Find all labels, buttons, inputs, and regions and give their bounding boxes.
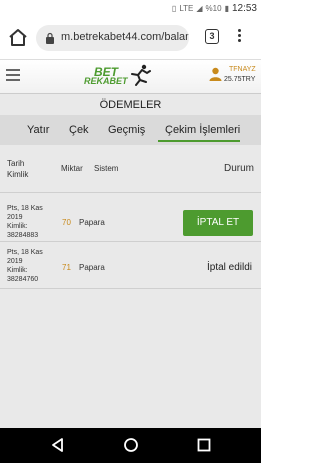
vibrate-icon: ▯ <box>171 4 177 13</box>
cancel-withdrawal-button[interactable]: İPTAL ET <box>183 210 253 236</box>
tab-gecmis[interactable]: Geçmiş <box>108 124 145 136</box>
home-nav-icon[interactable] <box>123 437 139 453</box>
tab-switcher-button[interactable]: 3 <box>205 29 219 44</box>
row-year: 2019 <box>7 214 23 221</box>
row-date: Pts, 18 Kas <box>7 249 43 256</box>
system-nav-bar <box>0 428 261 463</box>
address-bar[interactable]: m.betrekabet44.com/balan <box>36 25 189 51</box>
tab-cekim-islemleri[interactable]: Çekim İşlemleri <box>165 124 240 136</box>
tab-cek[interactable]: Çek <box>69 124 89 136</box>
browser-menu-icon[interactable] <box>234 27 244 49</box>
signal-icon: ◢ <box>196 4 203 13</box>
url-text: m.betrekabet44.com/balan <box>61 31 189 43</box>
hamburger-menu-icon[interactable] <box>6 69 20 81</box>
logo-text-rekabet: REKABET <box>84 76 128 86</box>
home-icon[interactable] <box>6 26 30 50</box>
header-amount: Miktar <box>61 164 83 173</box>
row-date: Pts, 18 Kas <box>7 205 43 212</box>
table-row-1-date: Pts, 18 Kas 2019 Kimlik: 38284883 <box>7 204 55 240</box>
site-logo[interactable]: BET REKABET <box>80 63 160 89</box>
back-icon[interactable] <box>50 437 66 453</box>
clock: 12:53 <box>231 3 257 14</box>
lock-icon <box>46 32 54 44</box>
row-id: 38284883 <box>7 232 39 239</box>
status-bar: ▯ LTE ◢ %10 ▮ 12:53 <box>0 0 261 18</box>
payment-tabs: Yatır Çek Geçmiş Çekim İşlemleri <box>0 115 261 145</box>
page-title: ÖDEMELER <box>99 99 162 111</box>
payments-panel: ÖDEMELER Yatır Çek Geçmiş Çekim İşlemler… <box>0 94 261 428</box>
site-header: BET REKABET TFNAYZ 25.75TRY <box>0 60 261 94</box>
network-label: LTE <box>179 4 194 13</box>
username: TFNAYZ <box>229 66 256 73</box>
header-date: Tarih <box>7 159 25 168</box>
user-balance: 25.75TRY <box>224 76 256 83</box>
browser-toolbar: m.betrekabet44.com/balan 3 <box>0 18 261 60</box>
row-id: 38284760 <box>7 276 39 283</box>
row-status: İptal edildi <box>207 262 253 273</box>
row-id-label: Kimlik: <box>7 223 28 230</box>
row-divider <box>0 241 261 242</box>
recents-icon[interactable] <box>196 437 212 453</box>
active-tab-indicator <box>158 140 240 142</box>
user-icon[interactable] <box>209 67 222 81</box>
table-row-2-date: Pts, 18 Kas 2019 Kimlik: 38284760 <box>7 248 55 286</box>
row-system: Papara <box>79 263 105 272</box>
row-amount: 71 <box>62 263 71 272</box>
header-divider <box>0 192 261 193</box>
row-year: 2019 <box>7 258 23 265</box>
row-id-label: Kimlik: <box>7 267 28 274</box>
row-divider <box>0 288 261 289</box>
row-system: Papara <box>79 218 105 227</box>
runner-icon <box>131 64 151 86</box>
header-status: Durum <box>224 163 255 174</box>
row-amount: 70 <box>62 218 71 227</box>
tab-yatir[interactable]: Yatır <box>27 124 49 136</box>
header-system: Sistem <box>94 164 119 173</box>
battery-percent: %10 <box>205 4 222 13</box>
battery-icon: ▮ <box>224 4 229 13</box>
header-id: Kimlik <box>7 170 29 179</box>
